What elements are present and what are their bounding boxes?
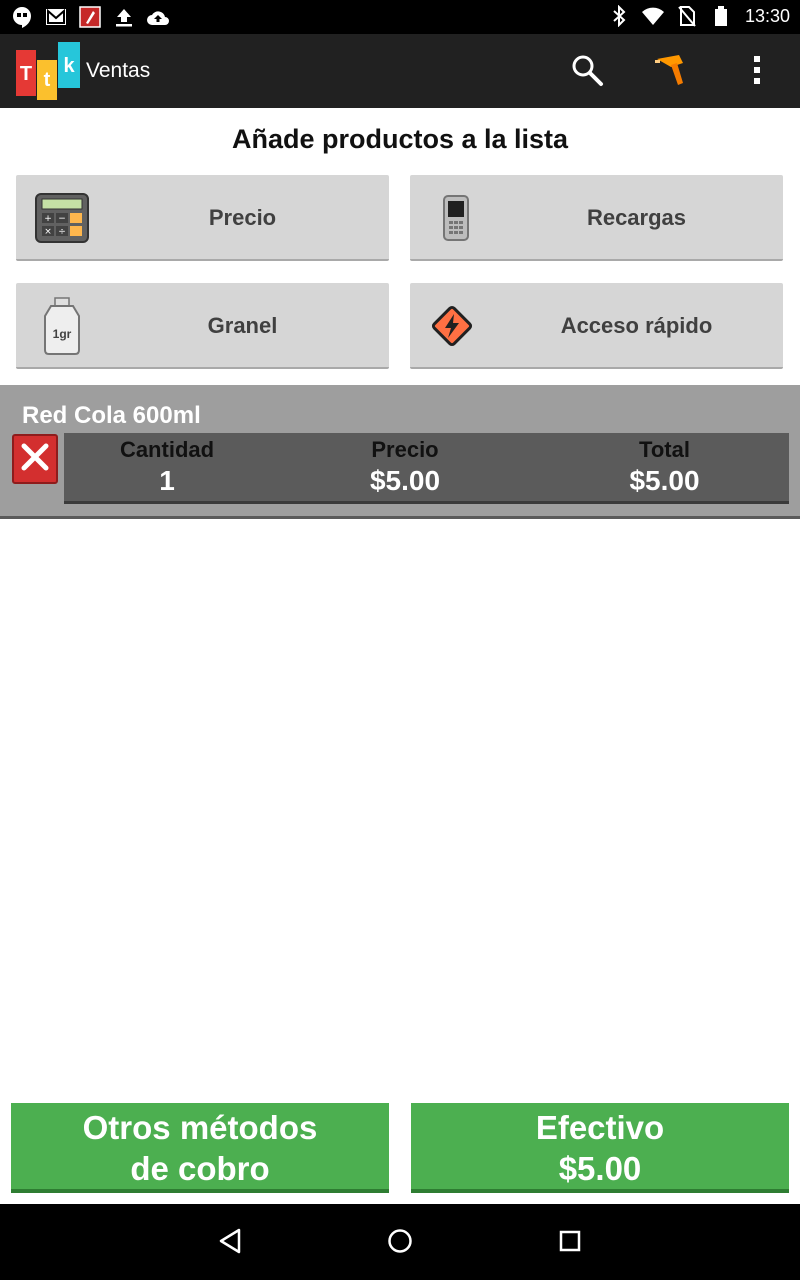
svg-text:÷: ÷	[58, 227, 66, 237]
price-label: Precio	[208, 205, 277, 230]
overflow-menu-button[interactable]	[733, 48, 781, 96]
recharges-button[interactable]: Recargas	[410, 175, 783, 261]
weight-icon-text: 1gr	[53, 327, 72, 341]
logo-letter-k: k	[63, 55, 75, 77]
home-button[interactable]	[375, 1218, 425, 1268]
total-value: $5.00	[629, 465, 700, 496]
quick-access-label: Acceso rápido	[560, 313, 713, 338]
logo-letter-t-lower: t	[44, 69, 51, 91]
recents-icon	[558, 1229, 582, 1258]
phone-icon	[424, 186, 488, 250]
search-icon	[570, 53, 604, 92]
other-payment-methods-button[interactable]: Otros métodos de cobro	[11, 1103, 389, 1193]
svg-text:−: −	[58, 214, 66, 224]
price-button[interactable]: + − × ÷ Precio	[16, 175, 389, 261]
bulk-button[interactable]: 1gr Granel	[16, 283, 389, 369]
cash-amount: $5.00	[558, 1150, 642, 1187]
battery-icon	[709, 4, 733, 28]
logo-letter-t-upper: T	[20, 63, 32, 85]
notification-icons	[10, 5, 170, 29]
back-icon	[217, 1227, 243, 1260]
item-details: Cantidad 1 Precio $5.00 Total $5.00	[64, 433, 789, 504]
recharges-label: Recargas	[586, 205, 687, 230]
navigation-bar	[0, 1204, 800, 1280]
weight-icon: 1gr	[30, 294, 94, 358]
system-icons: 13:30	[607, 4, 790, 28]
quantity-column: Cantidad 1	[64, 433, 270, 501]
clock: 13:30	[744, 5, 790, 26]
quantity-value[interactable]: 1	[64, 465, 270, 497]
price-header: Precio	[371, 437, 439, 462]
price-value[interactable]: $5.00	[270, 465, 540, 497]
other-methods-line1: Otros métodos	[82, 1109, 318, 1146]
overflow-menu-icon	[752, 55, 762, 90]
lightning-icon	[420, 294, 484, 358]
back-button[interactable]	[205, 1218, 255, 1268]
cart-item[interactable]: Red Cola 600ml Cantidad 1 Precio $5.00 T…	[0, 385, 800, 519]
close-icon	[19, 441, 51, 478]
svg-text:×: ×	[44, 227, 52, 237]
barcode-scanner-button[interactable]	[648, 48, 696, 96]
remove-item-button[interactable]	[12, 434, 58, 484]
product-name: Red Cola 600ml	[22, 402, 201, 429]
other-methods-line2: de cobro	[130, 1150, 270, 1187]
section-title: Añade productos a la lista	[231, 124, 569, 154]
app-notification-icon	[78, 5, 102, 29]
status-bar: 13:30	[0, 0, 800, 34]
total-column: Total $5.00	[540, 433, 789, 501]
upload-icon	[112, 5, 136, 29]
gmail-icon	[44, 5, 68, 29]
quantity-header: Cantidad	[119, 437, 215, 462]
bulk-label: Granel	[207, 313, 278, 338]
price-column: Precio $5.00	[270, 433, 540, 501]
cash-label: Efectivo	[535, 1109, 665, 1146]
recents-button[interactable]	[545, 1218, 595, 1268]
svg-text:+: +	[44, 214, 52, 224]
app-logo: T t k	[16, 42, 82, 100]
wifi-icon	[641, 4, 665, 28]
calculator-icon: + − × ÷	[30, 186, 94, 250]
app-title: Ventas	[86, 59, 151, 82]
home-icon	[386, 1227, 414, 1260]
no-sim-icon	[675, 4, 699, 28]
hangouts-icon	[10, 5, 34, 29]
quick-access-button[interactable]: Acceso rápido	[410, 283, 783, 369]
barcode-scanner-icon	[653, 51, 691, 94]
total-header: Total	[639, 437, 690, 462]
action-bar: T t k Ventas	[0, 34, 800, 108]
search-button[interactable]	[563, 48, 611, 96]
cloud-upload-icon	[146, 5, 170, 29]
cash-payment-button[interactable]: Efectivo $5.00	[411, 1103, 789, 1193]
bluetooth-icon	[607, 4, 631, 28]
